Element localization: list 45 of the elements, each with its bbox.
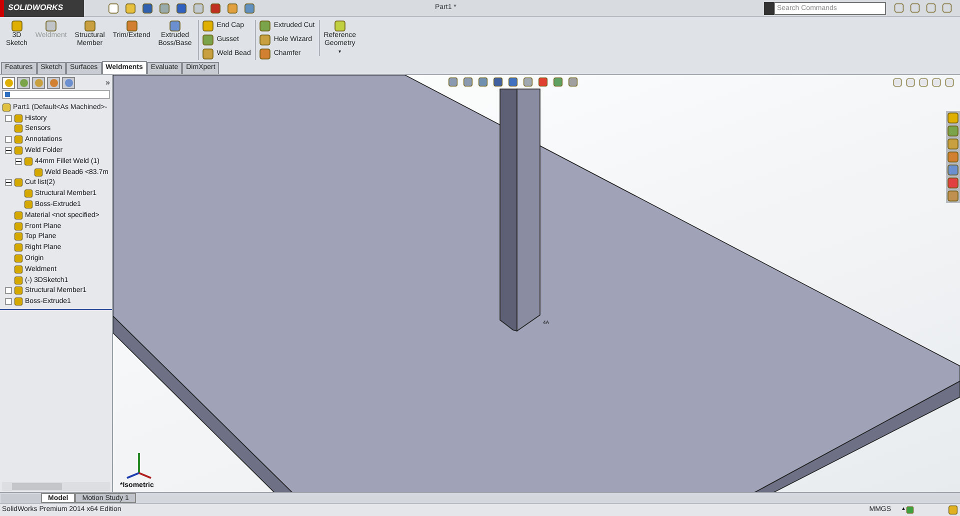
- filter-field[interactable]: [2, 90, 110, 99]
- command-icon: [168, 20, 181, 32]
- panel-tab[interactable]: [47, 77, 60, 89]
- toolbar-icon: [227, 2, 238, 14]
- task-pane-icon: [947, 138, 959, 150]
- panel-tab[interactable]: [2, 77, 15, 89]
- command-icon: [202, 48, 214, 60]
- task-pane-icon: [947, 177, 959, 189]
- toolbar-icon: [210, 2, 221, 14]
- task-pane-icon: [947, 151, 959, 163]
- command-icon: [258, 20, 271, 32]
- toolbar-icon: [125, 2, 136, 14]
- expand-toggle[interactable]: [5, 114, 12, 122]
- task-pane-icon: [947, 125, 959, 137]
- task-pane-icon: [947, 164, 959, 176]
- command-icon: [334, 20, 346, 32]
- toolbar-icon: [176, 2, 187, 14]
- command-icon: [202, 20, 214, 32]
- expand-toggle[interactable]: [5, 298, 12, 306]
- expand-toggle[interactable]: [5, 287, 12, 294]
- horizontal-scrollbar[interactable]: [2, 482, 110, 491]
- task-pane-icon: [947, 112, 959, 124]
- part-icon: [2, 102, 11, 112]
- task-pane-icon: [947, 190, 959, 202]
- toolbar-icon: [142, 2, 153, 14]
- command-icon: [258, 34, 271, 46]
- app-logo: SOLIDWORKS: [0, 0, 84, 16]
- command-icon: [84, 20, 96, 32]
- toolbar-icon: [159, 2, 170, 14]
- expand-toggle[interactable]: [5, 136, 12, 144]
- command-icon: [10, 20, 23, 32]
- panel-tab[interactable]: [17, 77, 30, 89]
- toolbar-icon: [193, 2, 204, 14]
- collapse-toggle[interactable]: [5, 147, 12, 154]
- command-icon: [45, 20, 58, 32]
- collapse-toggle[interactable]: [5, 179, 12, 186]
- toolbar-icon: [244, 2, 255, 14]
- command-icon: [202, 34, 214, 46]
- chevron-icon[interactable]: »: [106, 77, 110, 89]
- collapse-toggle[interactable]: [15, 158, 22, 165]
- panel-tab[interactable]: [62, 77, 75, 89]
- toolbar-icon: [108, 2, 119, 14]
- command-icon: [126, 20, 138, 32]
- panel-tab[interactable]: [32, 77, 45, 89]
- command-icon: [258, 48, 271, 60]
